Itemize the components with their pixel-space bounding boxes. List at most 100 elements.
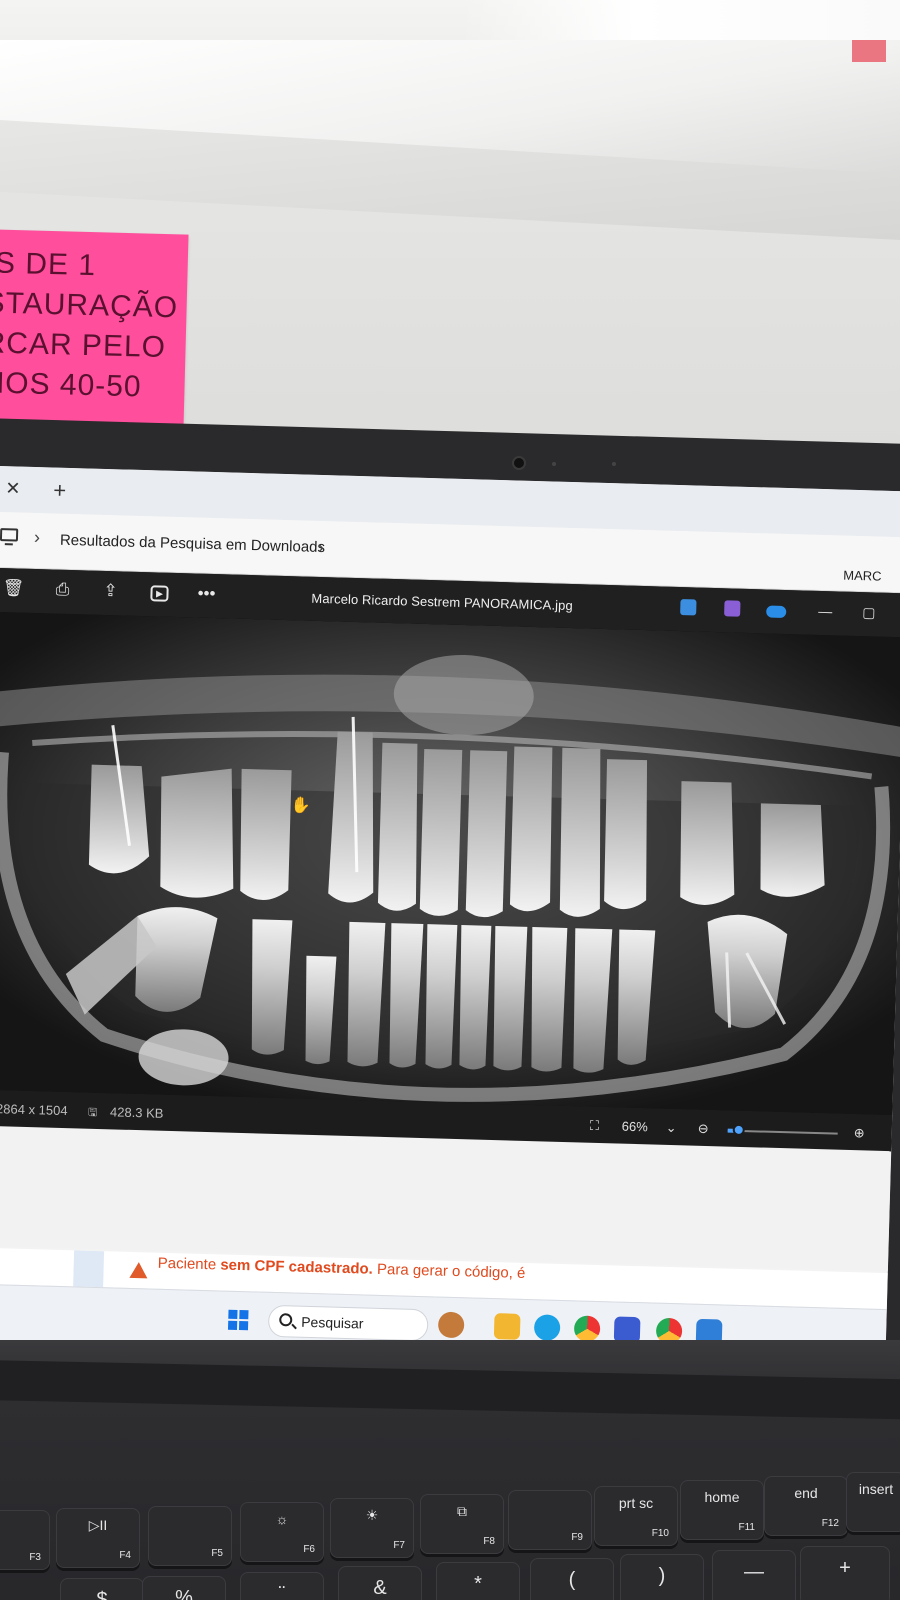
- key-f10[interactable]: prt sc F10: [594, 1486, 678, 1546]
- key-label: +: [839, 1557, 851, 1579]
- share-icon[interactable]: ⇪: [100, 581, 121, 602]
- key-paren-open[interactable]: (: [530, 1558, 614, 1600]
- alert-bold: sem CPF cadastrado.: [220, 1256, 374, 1278]
- laptop-screen: ✕ + › Resultados da Pesquisa em Download…: [0, 466, 900, 1372]
- key-label: insert: [858, 1481, 894, 1497]
- user-name-fragment: MARC: [843, 567, 882, 584]
- zoom-level[interactable]: 66%: [622, 1119, 648, 1135]
- key-sublabel: F9: [571, 1532, 583, 1543]
- zoom-in-icon[interactable]: ⊕: [853, 1125, 865, 1141]
- chevron-down-icon[interactable]: ⌄: [666, 1120, 677, 1136]
- key-label: home: [704, 1489, 740, 1505]
- slideshow-icon[interactable]: ▶: [150, 585, 169, 602]
- sticky-line-2: STAURAÇÃO: [0, 286, 179, 325]
- key-sublabel: F3: [29, 1552, 41, 1563]
- sticky-line-3: RCAR PELO: [0, 326, 167, 365]
- zoom-out-icon[interactable]: ⊖: [698, 1121, 709, 1137]
- hand-cursor-icon: ✋: [290, 795, 310, 815]
- key-label: &: [373, 1577, 387, 1599]
- warning-icon: [129, 1261, 148, 1279]
- key-f12[interactable]: end F12: [764, 1476, 848, 1536]
- zoom-slider-handle[interactable]: [732, 1123, 745, 1137]
- widget-icon[interactable]: [437, 1311, 465, 1339]
- sticky-line-1: IS DE 1: [0, 246, 97, 283]
- key-f11[interactable]: home F11: [680, 1480, 764, 1540]
- key-sublabel: F10: [651, 1528, 669, 1539]
- background-app-area: [0, 1125, 892, 1272]
- key-f3[interactable]: F3: [0, 1510, 50, 1570]
- maximize-button[interactable]: ▢: [862, 604, 876, 621]
- key-f5[interactable]: F5: [148, 1506, 232, 1566]
- key-f6[interactable]: ☼ F6: [240, 1502, 324, 1562]
- image-dimensions: 2864 x 1504: [0, 1101, 68, 1119]
- red-object: [852, 40, 886, 62]
- print-icon[interactable]: ⎙: [52, 580, 73, 601]
- fit-to-window-icon[interactable]: ⛶: [590, 1118, 600, 1134]
- alert-prefix: Paciente: [157, 1254, 221, 1274]
- close-tab-icon[interactable]: ✕: [5, 478, 21, 499]
- key-asterisk[interactable]: *: [436, 1562, 520, 1600]
- key-percent[interactable]: %: [142, 1576, 226, 1600]
- photo-viewer-window: 🗑 ⎙ ⇪ ▶ ••• Marcelo Ricardo Sestrem PANO…: [0, 567, 900, 1154]
- file-size: 428.3 KB: [109, 1104, 164, 1121]
- key-label: (: [568, 1569, 576, 1591]
- chevron-right-icon[interactable]: ›: [318, 537, 325, 558]
- key-insert[interactable]: insert: [846, 1472, 900, 1532]
- key-f4[interactable]: ▷II F4: [56, 1508, 140, 1568]
- key-sublabel: F8: [483, 1536, 495, 1547]
- search-label: Pesquisar: [301, 1313, 364, 1332]
- key-plus[interactable]: +: [800, 1546, 890, 1600]
- key-sublabel: F6: [303, 1544, 315, 1555]
- key-label: ¨: [278, 1583, 286, 1600]
- edge-icon[interactable]: [533, 1314, 561, 1341]
- key-f7[interactable]: ☀ F7: [330, 1498, 414, 1558]
- computer-icon[interactable]: [0, 528, 19, 542]
- webcam-icon: [512, 456, 526, 470]
- file-title: Marcelo Ricardo Sestrem PANORAMICA.jpg: [311, 590, 574, 614]
- key-label: ☀: [365, 1507, 379, 1523]
- delete-icon[interactable]: 🗑: [2, 578, 24, 599]
- key-label: —: [744, 1561, 764, 1583]
- key-sublabel: F11: [738, 1522, 756, 1533]
- key-dollar[interactable]: $: [60, 1578, 144, 1600]
- sensor-dot: [552, 462, 556, 466]
- minimize-button[interactable]: —: [818, 603, 832, 619]
- onedrive-icon[interactable]: [766, 605, 787, 619]
- key-sublabel: F7: [393, 1540, 405, 1551]
- app-fragment: [73, 1250, 105, 1288]
- sticky-line-4: NOS 40-50: [0, 366, 143, 404]
- key-sublabel: F12: [821, 1518, 839, 1529]
- key-sublabel: F5: [211, 1548, 223, 1559]
- key-label: *: [474, 1573, 482, 1595]
- key-ampersand[interactable]: &: [338, 1566, 422, 1600]
- edit-image-icon[interactable]: [680, 599, 697, 616]
- key-label: $: [96, 1589, 108, 1600]
- windows-start-icon[interactable]: [227, 1309, 249, 1331]
- xray-drawing: ✋: [0, 611, 900, 1116]
- key-umlaut[interactable]: ¨: [240, 1572, 324, 1600]
- key-label: end: [794, 1485, 818, 1501]
- chrome-icon[interactable]: [573, 1315, 601, 1343]
- more-options-icon[interactable]: •••: [196, 584, 217, 605]
- taskbar-search[interactable]: Pesquisar: [267, 1304, 429, 1342]
- clipchamp-icon[interactable]: [724, 600, 741, 617]
- key-label: ▷II: [88, 1517, 108, 1533]
- key-label: ⧉: [457, 1503, 467, 1519]
- key-paren-close[interactable]: ): [620, 1554, 704, 1600]
- file-explorer-icon[interactable]: [493, 1313, 521, 1340]
- sticky-note: IS DE 1 STAURAÇÃO RCAR PELO NOS 40-50: [0, 229, 189, 431]
- new-tab-icon[interactable]: +: [53, 478, 67, 504]
- search-icon: [279, 1313, 293, 1327]
- panoramic-xray-image: ✋: [0, 611, 900, 1116]
- key-f8[interactable]: ⧉ F8: [420, 1494, 504, 1554]
- key-sublabel: F4: [119, 1550, 131, 1561]
- key-minus[interactable]: —: [712, 1550, 796, 1600]
- chevron-right-icon[interactable]: ›: [34, 527, 41, 548]
- key-label: ): [658, 1565, 666, 1587]
- breadcrumb[interactable]: Resultados da Pesquisa em Downloads: [60, 532, 326, 556]
- sensor-dot: [612, 462, 616, 466]
- save-icon: 🖫: [87, 1106, 98, 1119]
- key-label: prt sc: [618, 1495, 654, 1511]
- key-f9[interactable]: F9: [508, 1490, 592, 1550]
- key-label: ☼: [275, 1511, 289, 1527]
